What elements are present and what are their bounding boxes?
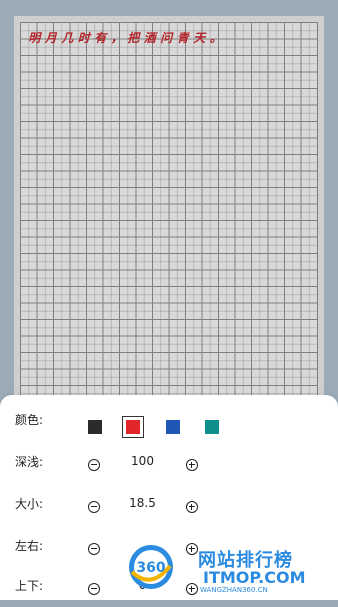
- size-label: 大小:: [15, 497, 44, 511]
- verse-line: 明 月 几 时 有 ， 把 酒 问 青 天 。: [26, 28, 224, 48]
- horizontal-increase-button[interactable]: [186, 543, 198, 555]
- horizontal-decrease-button[interactable]: [88, 543, 100, 555]
- size-value: 18.5: [129, 496, 156, 510]
- verse-char: 天: [193, 31, 206, 45]
- swatch-teal[interactable]: [205, 420, 219, 434]
- verse-char: 把: [127, 31, 140, 45]
- verse-char: 有: [94, 31, 107, 45]
- depth-label: 深浅:: [15, 455, 44, 469]
- verse-char: 酒: [143, 31, 156, 45]
- watermark-site-text: WANGZHAN360.CN: [200, 586, 268, 594]
- vertical-increase-button[interactable]: [186, 583, 198, 595]
- swatch-red[interactable]: [126, 420, 140, 434]
- verse-char: 明: [28, 31, 41, 45]
- vertical-decrease-button[interactable]: [88, 583, 100, 595]
- depth-value: 100: [131, 454, 154, 468]
- grid-paper[interactable]: 明 月 几 时 有 ， 把 酒 问 青 天 。: [20, 22, 318, 402]
- depth-decrease-button[interactable]: [88, 459, 100, 471]
- verse-char: ，: [110, 31, 123, 45]
- size-row: 大小: 18.5: [0, 485, 338, 525]
- svg-text:360: 360: [136, 560, 165, 576]
- size-increase-button[interactable]: [186, 501, 198, 513]
- verse-char: 时: [77, 31, 90, 45]
- verse-char: 月: [44, 31, 57, 45]
- depth-increase-button[interactable]: [186, 459, 198, 471]
- vertical-label: 上下:: [15, 579, 44, 593]
- swatch-blue[interactable]: [166, 420, 180, 434]
- horizontal-label: 左右:: [15, 539, 44, 553]
- verse-char: 青: [176, 31, 189, 45]
- color-row: 颜色:: [0, 401, 338, 441]
- verse-char: 几: [61, 31, 74, 45]
- depth-row: 深浅: 100: [0, 443, 338, 483]
- watermark-en-text: ITMOP.COM: [203, 568, 306, 587]
- color-label: 颜色:: [15, 413, 44, 427]
- size-decrease-button[interactable]: [88, 501, 100, 513]
- watermark-360-logo-icon: 360: [129, 545, 173, 589]
- verse-char: 。: [209, 31, 222, 45]
- verse-char: 问: [160, 31, 173, 45]
- swatch-black[interactable]: [88, 420, 102, 434]
